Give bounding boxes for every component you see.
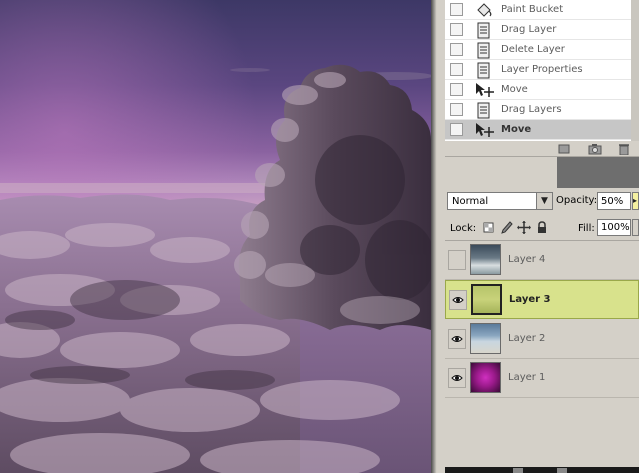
layer-row[interactable]: Layer 2 [445, 320, 639, 359]
panel-divider [431, 0, 445, 473]
snapshot-checkbox[interactable] [450, 23, 463, 36]
snapshot-checkbox[interactable] [450, 103, 463, 116]
layer-thumbnail [471, 284, 502, 315]
layer-row-active[interactable]: Layer 3 [445, 280, 639, 319]
layers-list: Layer 4 Layer 3 Layer 2 Layer 1 [445, 240, 639, 400]
layer-name: Layer 4 [508, 254, 546, 265]
lock-move-icon[interactable] [517, 221, 531, 234]
history-item-active[interactable]: Move [445, 120, 639, 140]
move-tool-icon [474, 82, 494, 99]
visibility-toggle[interactable] [448, 250, 466, 270]
history-item[interactable]: Move [445, 80, 639, 100]
panel-gap [557, 157, 639, 188]
layers-empty-area [445, 400, 639, 473]
eye-icon [451, 375, 463, 381]
visibility-toggle[interactable] [449, 290, 467, 310]
document-canvas[interactable] [0, 0, 431, 473]
layers-footer [445, 467, 639, 473]
history-item[interactable]: Layer Properties [445, 60, 639, 80]
visibility-toggle[interactable] [448, 368, 466, 388]
layer-footer-icon[interactable] [513, 468, 523, 473]
lock-transparent-icon[interactable] [482, 221, 496, 234]
snapshot-checkbox[interactable] [450, 63, 463, 76]
snapshot-checkbox[interactable] [450, 83, 463, 96]
layer-name: Layer 1 [508, 372, 546, 383]
layer-thumbnail [470, 244, 501, 275]
opacity-label: Opacity: [556, 195, 598, 206]
fill-slider-arrow-icon[interactable] [632, 219, 639, 236]
paint-bucket-icon [474, 2, 494, 19]
document-icon [474, 62, 494, 79]
history-footer [445, 141, 639, 157]
opacity-slider-arrow-icon[interactable]: ▸ [632, 192, 639, 210]
history-item[interactable]: Drag Layer [445, 20, 639, 40]
eye-icon [452, 297, 464, 303]
opacity-input[interactable]: 50% [597, 192, 631, 210]
history-item-label: Drag Layers [501, 104, 562, 115]
history-item-label: Layer Properties [501, 64, 583, 75]
history-item[interactable]: Paint Bucket [445, 0, 639, 20]
opacity-value: 50% [601, 196, 624, 207]
snapshot-checkbox[interactable] [450, 43, 463, 56]
lock-all-icon[interactable] [535, 221, 549, 234]
layer-name: Layer 3 [509, 294, 551, 305]
history-item[interactable]: Delete Layer [445, 40, 639, 60]
document-icon [474, 42, 494, 59]
snapshot-checkbox[interactable] [450, 123, 463, 136]
chevron-down-icon[interactable]: ▼ [536, 193, 552, 209]
blend-mode-value: Normal [452, 196, 489, 207]
new-snapshot-icon[interactable] [557, 143, 571, 155]
history-item-label: Drag Layer [501, 24, 557, 35]
fill-value: 100% [601, 222, 630, 233]
lock-label: Lock: [450, 223, 477, 234]
layer-thumbnail [470, 362, 501, 393]
eye-icon [451, 336, 463, 342]
history-panel: Paint Bucket Drag Layer Delete Layer Lay… [445, 0, 639, 141]
history-item[interactable]: Drag Layers [445, 100, 639, 120]
document-icon [474, 102, 494, 119]
layer-name: Layer 2 [508, 333, 546, 344]
layer-row[interactable]: Layer 1 [445, 359, 639, 398]
history-item-label: Delete Layer [501, 44, 565, 55]
snapshot-checkbox[interactable] [450, 3, 463, 16]
move-tool-icon [474, 122, 494, 139]
history-scrollbar[interactable] [631, 0, 639, 141]
history-item-label: Move [501, 84, 528, 95]
history-item-label: Move [501, 124, 532, 135]
camera-icon[interactable] [588, 143, 602, 155]
trash-icon[interactable] [617, 143, 631, 156]
palette-panel: Paint Bucket Drag Layer Delete Layer Lay… [445, 0, 639, 473]
layer-thumbnail [470, 323, 501, 354]
blend-mode-select[interactable]: Normal ▼ [447, 192, 553, 210]
history-item-label: Paint Bucket [501, 4, 564, 15]
fill-input[interactable]: 100% [597, 219, 631, 236]
layer-footer-icon[interactable] [557, 468, 567, 473]
layer-row[interactable]: Layer 4 [445, 241, 639, 280]
cloudscape-image [0, 0, 431, 473]
lock-brush-icon[interactable] [499, 221, 513, 234]
document-icon [474, 22, 494, 39]
visibility-toggle[interactable] [448, 329, 466, 349]
fill-label: Fill: [578, 223, 595, 234]
